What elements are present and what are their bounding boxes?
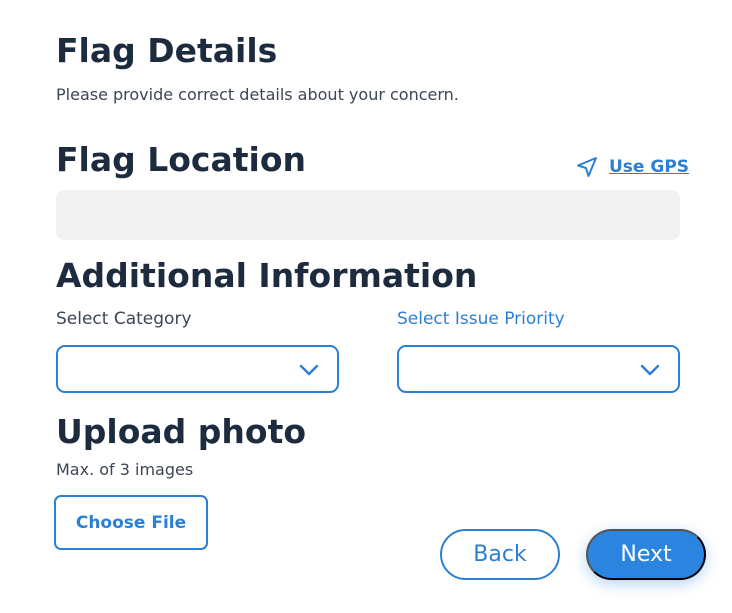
next-button[interactable]: Next — [586, 529, 706, 580]
use-gps-link[interactable]: Use GPS — [575, 154, 689, 180]
flag-location-heading: Flag Location — [56, 140, 307, 179]
select-category-label: Select Category — [56, 309, 192, 329]
priority-select[interactable] — [397, 345, 680, 393]
use-gps-label[interactable]: Use GPS — [609, 157, 689, 177]
chevron-down-icon — [299, 364, 319, 376]
choose-file-button[interactable]: Choose File — [54, 495, 208, 550]
back-button[interactable]: Back — [440, 529, 560, 580]
flag-location-input[interactable] — [56, 190, 680, 240]
page-title: Flag Details — [56, 31, 278, 70]
category-select[interactable] — [56, 345, 339, 393]
upload-photo-subtitle: Max. of 3 images — [56, 460, 194, 479]
upload-photo-heading: Upload photo — [56, 412, 307, 451]
navigation-arrow-icon — [577, 157, 597, 177]
page-subtitle: Please provide correct details about you… — [56, 85, 459, 104]
chevron-down-icon — [640, 364, 660, 376]
additional-information-heading: Additional Information — [56, 256, 478, 295]
select-issue-priority-label: Select Issue Priority — [397, 309, 565, 329]
